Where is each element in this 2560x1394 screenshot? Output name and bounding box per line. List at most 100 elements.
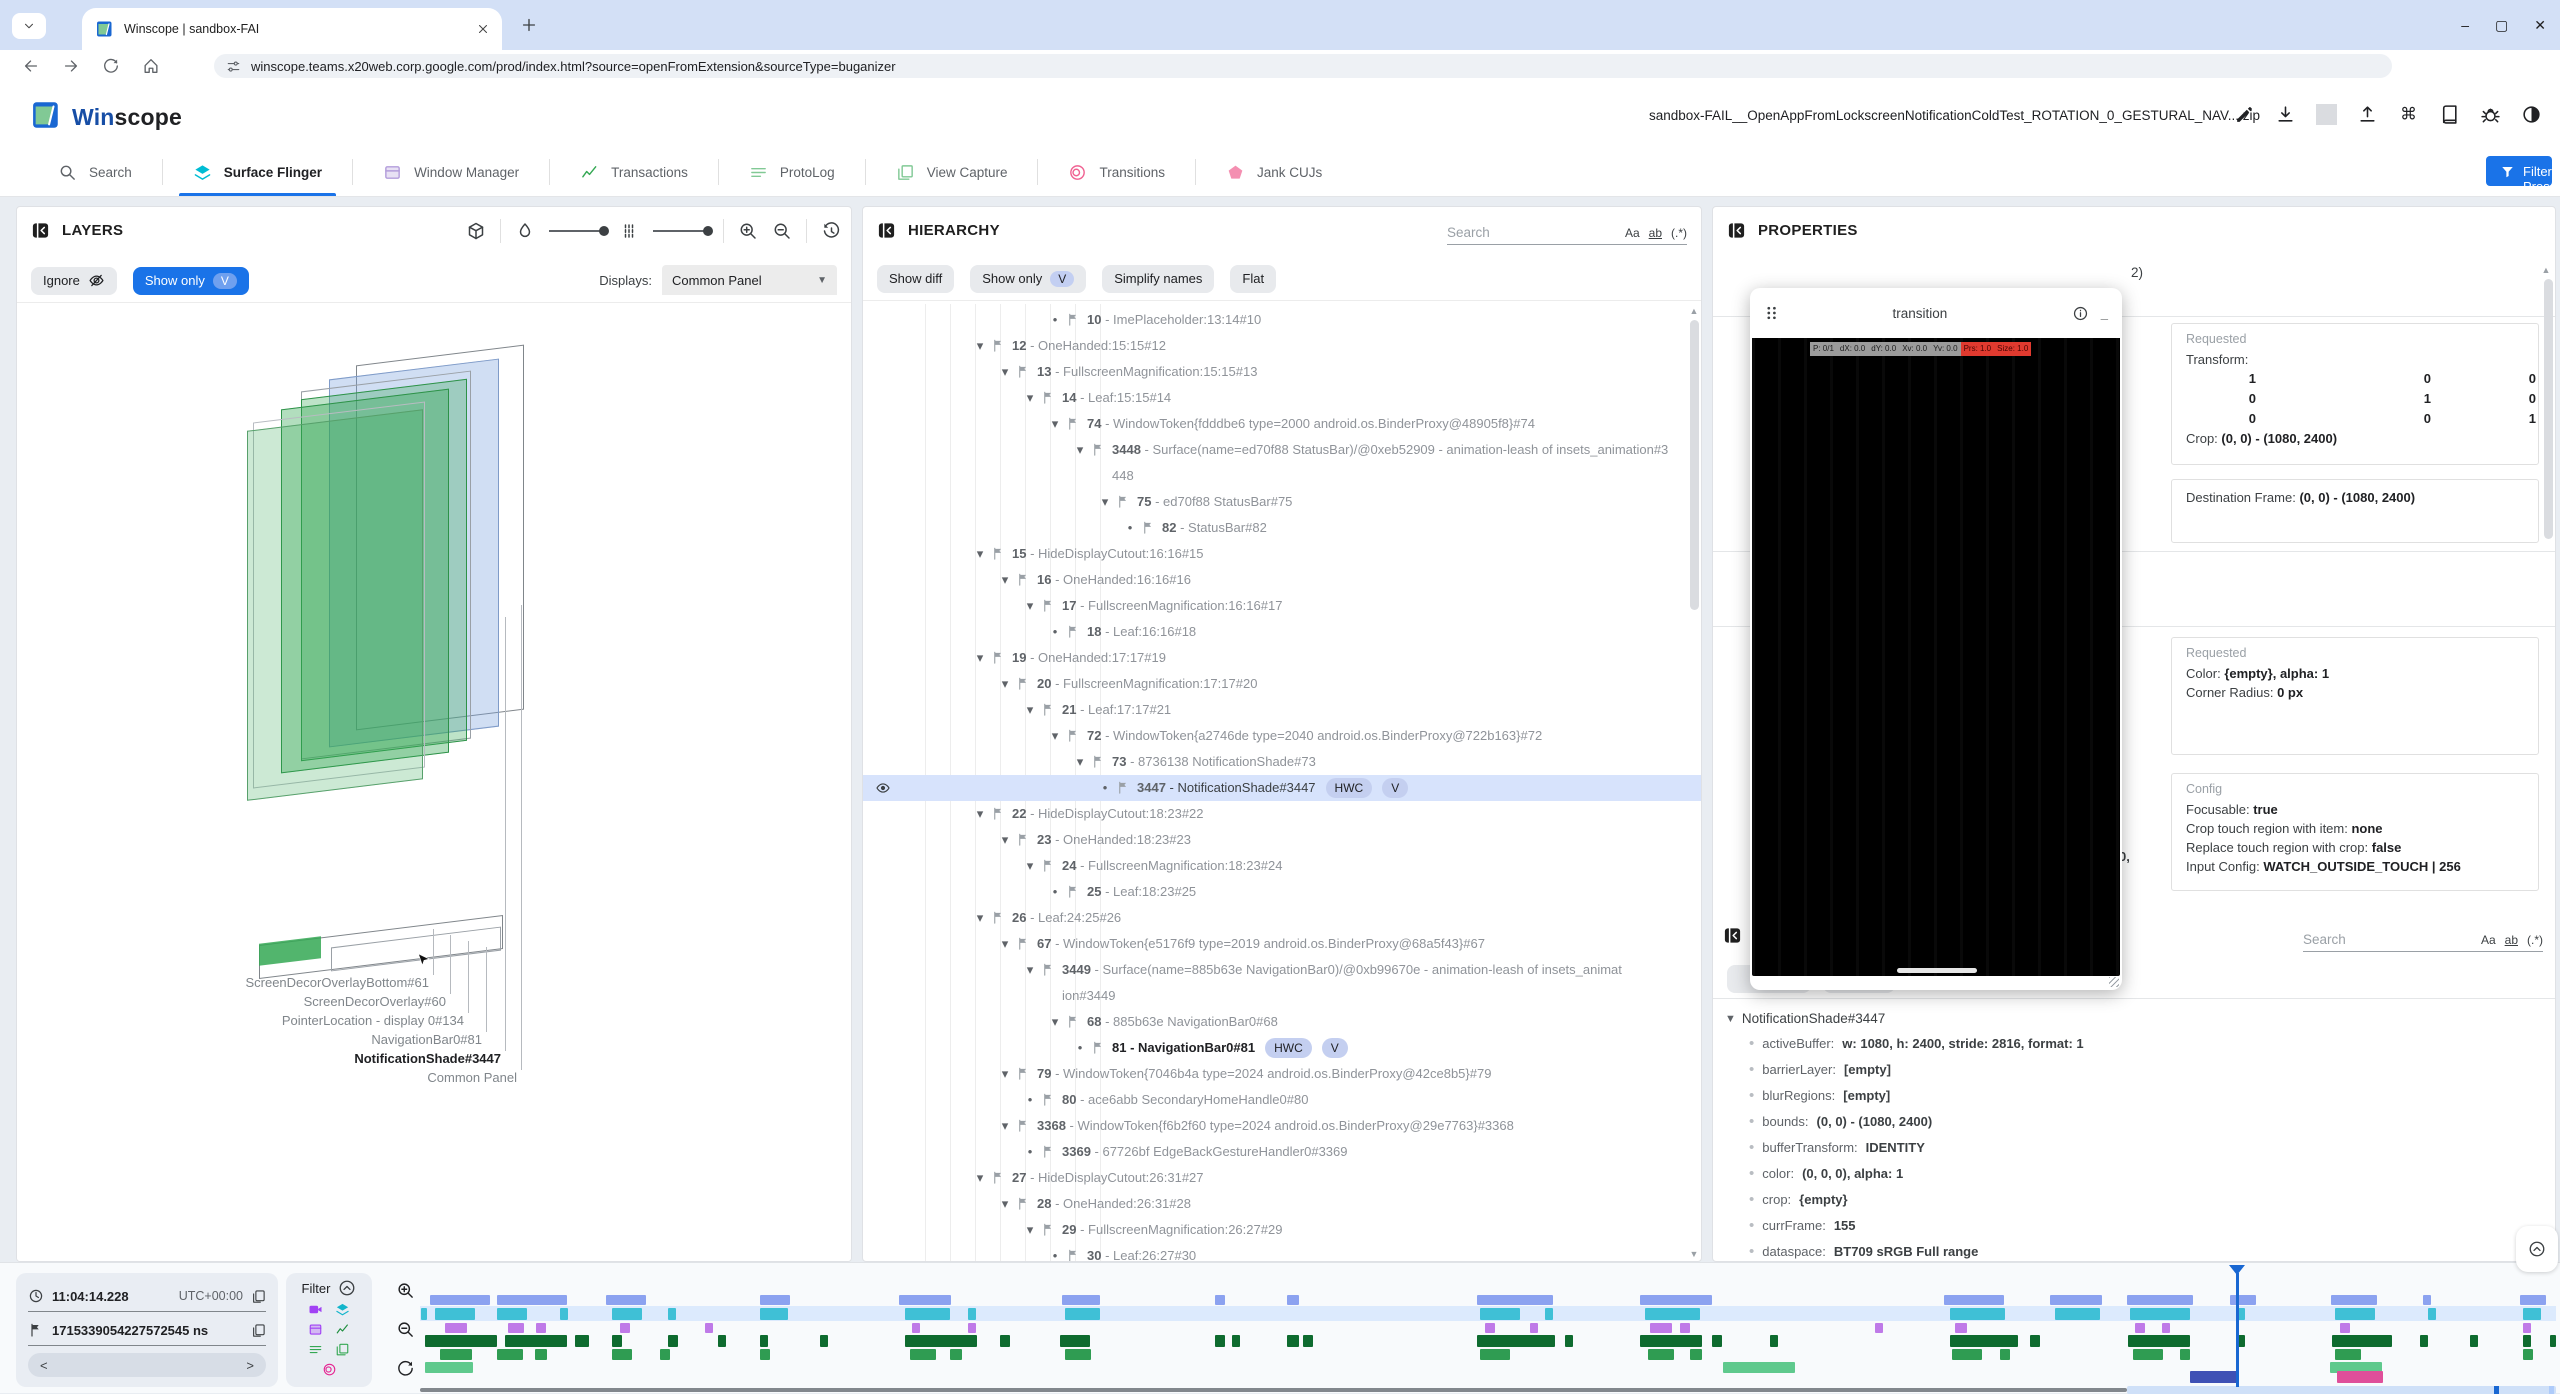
collapse-filter-icon[interactable] (338, 1279, 356, 1297)
timeline-block-transactions[interactable] (2030, 1335, 2040, 1347)
timeline-block-windowmanager[interactable] (536, 1323, 546, 1333)
tab-view-capture[interactable]: View Capture (866, 148, 1038, 196)
timeline-block-transactions[interactable] (1060, 1335, 1090, 1347)
timeline-block-windowmanager[interactable] (968, 1323, 976, 1333)
timeline-block-surfaceflinger[interactable] (1065, 1308, 1100, 1320)
pin-flag-icon[interactable] (1016, 936, 1031, 951)
pin-flag-icon[interactable] (991, 546, 1006, 561)
edit-icon[interactable] (2234, 104, 2255, 125)
timeline-block-transactions[interactable] (2550, 1335, 2556, 1347)
timeline-block-surfaceflinger[interactable] (2055, 1308, 2100, 1320)
timeline-block-protolog[interactable] (910, 1349, 936, 1360)
timeline-block-windowmanager[interactable] (1485, 1323, 1495, 1333)
timeline-block-protolog[interactable] (497, 1349, 523, 1360)
filter-presets-button[interactable]: Filter Presets (2486, 156, 2552, 186)
human-timestamp[interactable]: 11:04:14.228 (52, 1289, 171, 1304)
timeline-block-transitions[interactable] (1944, 1295, 2004, 1305)
expand-arrow-icon[interactable]: ▾ (971, 645, 989, 671)
tab-transitions[interactable]: Transitions (1038, 148, 1195, 196)
expand-timeline-button[interactable] (2516, 1226, 2558, 1272)
timeline-block-transactions[interactable] (1303, 1335, 1313, 1347)
match-word-icon[interactable]: ab (2505, 933, 2518, 947)
timeline-block-transactions[interactable] (425, 1335, 497, 1347)
timeline-block-windowmanager[interactable] (620, 1323, 630, 1333)
drag-handle-icon[interactable] (1764, 303, 1780, 323)
visibility-icon[interactable] (875, 780, 891, 796)
ns-timestamp-field[interactable]: 1715339054227572545 ns (28, 1315, 266, 1346)
pin-flag-icon[interactable] (1041, 390, 1056, 405)
timeline-block-transactions[interactable] (760, 1335, 768, 1347)
tree-row-21[interactable]: ▾21 - Leaf:17:17#21 (863, 697, 1701, 723)
timeline-block-protolog[interactable] (1648, 1349, 1674, 1360)
tree-row-26[interactable]: ▾26 - Leaf:24:25#26 (863, 905, 1701, 931)
tree-row-17[interactable]: ▾17 - FullscreenMagnification:16:16#17 (863, 593, 1701, 619)
view-capture-icon[interactable] (335, 1342, 350, 1357)
timeline-block-windowmanager[interactable] (705, 1323, 713, 1333)
timeline-block-windowmanager[interactable] (2523, 1323, 2531, 1333)
timeline-block-transactions[interactable] (2420, 1335, 2428, 1347)
tree-row-3448[interactable]: ▾3448 - Surface(name=ed70f88 StatusBar)/… (863, 437, 1701, 489)
timeline-block-protolog[interactable] (950, 1349, 962, 1360)
pin-flag-icon[interactable] (1066, 728, 1081, 743)
timeline-block-transactions[interactable] (2332, 1335, 2392, 1347)
tab-search[interactable]: Search (28, 148, 162, 196)
timeline-block-protolog[interactable] (660, 1349, 670, 1360)
timeline-block-transitions[interactable] (760, 1295, 790, 1305)
layers-3d-scene[interactable]: ScreenDecorOverlayBottom#61 ScreenDecorO… (17, 303, 851, 1261)
tree-row-23[interactable]: ▾23 - OneHanded:18:23#23 (863, 827, 1701, 853)
property-item-dataspace[interactable]: •dataspace:BT709 sRGB Full range (1725, 1239, 2541, 1261)
tree-row-80[interactable]: •80 - ace6abb SecondaryHomeHandle0#80 (863, 1087, 1701, 1113)
timeline-block-surfaceflinger[interactable] (612, 1308, 642, 1320)
browser-back-button[interactable] (22, 57, 40, 75)
regex-icon[interactable]: (.*) (1671, 226, 1687, 240)
timeline-block-windowmanager[interactable] (2135, 1323, 2145, 1333)
tree-row-81[interactable]: •81 - NavigationBar0#81HWCV (863, 1035, 1701, 1061)
timeline-block-transitions[interactable] (430, 1295, 490, 1305)
timeline-block-surfaceflinger[interactable] (2523, 1308, 2541, 1320)
tree-row-28[interactable]: ▾28 - OneHanded:26:31#28 (863, 1191, 1701, 1217)
timeline-block-viewcapture[interactable] (1723, 1362, 1795, 1373)
tree-row-10[interactable]: •10 - ImePlaceholder:13:14#10 (863, 307, 1701, 333)
timeline-block-transactions[interactable] (2128, 1335, 2190, 1347)
scene-label-selected[interactable]: NotificationShade#3447 (354, 1051, 501, 1066)
timeline-reset-icon[interactable] (396, 1359, 415, 1378)
timeline-block-transactions[interactable] (505, 1335, 567, 1347)
timeline-block-transactions[interactable] (1477, 1335, 1555, 1347)
tree-row-68[interactable]: ▾68 - 885b63e NavigationBar0#68 (863, 1009, 1701, 1035)
timeline-block-surfaceflinger[interactable] (1950, 1308, 2005, 1320)
tree-row-20[interactable]: ▾20 - FullscreenMagnification:17:17#20 (863, 671, 1701, 697)
timeline-block-transitions[interactable] (1062, 1295, 1100, 1305)
timeline-block-shell-transition[interactable] (2190, 1371, 2238, 1383)
browser-forward-button[interactable] (62, 57, 80, 75)
pin-flag-icon[interactable] (1141, 520, 1156, 535)
timeline-block-transactions[interactable] (1215, 1335, 1225, 1347)
tree-row-3449[interactable]: ▾3449 - Surface(name=885b63e NavigationB… (863, 957, 1701, 1009)
pin-flag-icon[interactable] (1066, 1248, 1081, 1261)
timeline-block-transactions[interactable] (1712, 1335, 1722, 1347)
timeline-block-transactions[interactable] (1770, 1335, 1778, 1347)
expand-arrow-icon[interactable]: ▾ (1021, 385, 1039, 411)
scene-label[interactable]: ScreenDecorOverlay#60 (304, 994, 446, 1009)
tab-close-icon[interactable] (476, 22, 490, 36)
timeline-scrollbar-track[interactable] (420, 1388, 2127, 1392)
timeline-block-protolog[interactable] (1065, 1349, 1091, 1360)
expand-arrow-icon[interactable]: ▾ (996, 567, 1014, 593)
timeline-block-windowmanager[interactable] (1955, 1323, 1967, 1333)
timeline-block-transactions[interactable] (820, 1335, 828, 1347)
timeline-block-surfaceflinger[interactable] (435, 1308, 475, 1320)
timeline-block-transactions[interactable] (905, 1335, 977, 1347)
timeline-block-transactions[interactable] (1232, 1335, 1240, 1347)
transitions-icon[interactable] (322, 1362, 337, 1377)
tab-search-button[interactable] (12, 13, 46, 39)
timeline-block-transactions[interactable] (575, 1335, 589, 1347)
properties-search-input[interactable]: Search Aa ab (.*) (2303, 922, 2543, 952)
scene-label[interactable]: PointerLocation - display 0#134 (282, 1013, 464, 1028)
timeline-block-surfaceflinger[interactable] (668, 1308, 676, 1320)
pin-flag-icon[interactable] (991, 650, 1006, 665)
tab-window-manager[interactable]: Window Manager (353, 148, 549, 196)
timeline-block-surfaceflinger[interactable] (905, 1308, 950, 1320)
expand-arrow-icon[interactable]: ▾ (1021, 593, 1039, 619)
tree-row-19[interactable]: ▾19 - OneHanded:17:17#19 (863, 645, 1701, 671)
timeline-block-windowmanager[interactable] (1650, 1323, 1672, 1333)
layer-spacing-icon[interactable] (619, 221, 639, 241)
